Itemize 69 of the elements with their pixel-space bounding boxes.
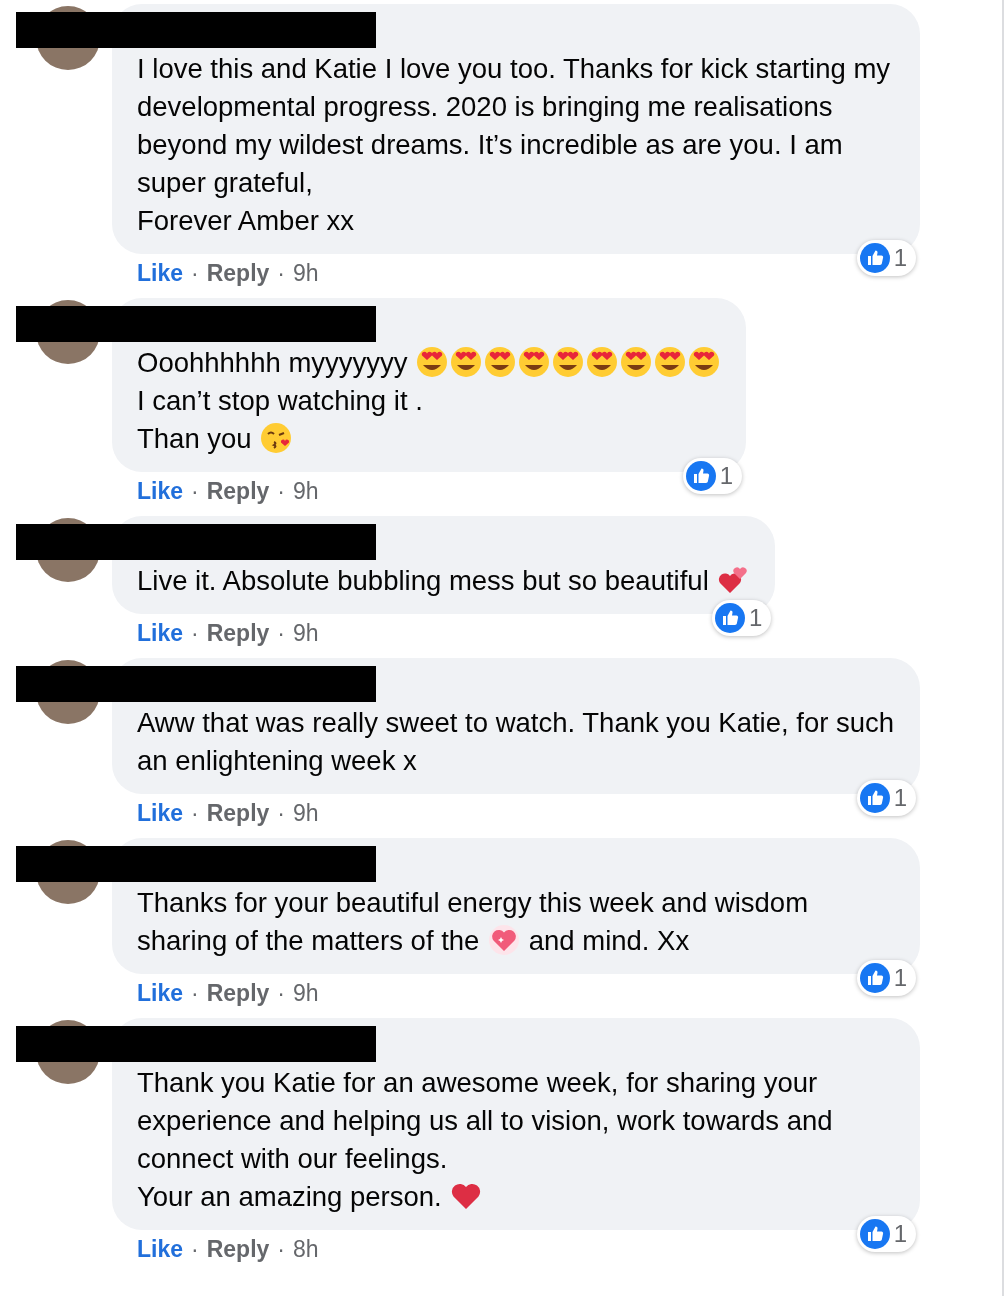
heart-eyes-emoji-icon — [484, 346, 517, 378]
like-link[interactable]: Like — [137, 798, 184, 828]
comment-text: Thank you Katie for an awesome week, for sharing your experience and helping us all to vision, work towards and connect with our feelings. — [137, 1066, 834, 1176]
heart-eyes-emoji-icon — [654, 346, 687, 378]
separator: · — [191, 1235, 199, 1264]
separator: · — [277, 477, 285, 506]
comment-text: Your an amazing person. — [137, 1178, 895, 1216]
comment-text: I love this and Katie I love you too. Thanks for kick starting my developmental progress. 2020 is bringing me realisations beyond my wildest dreams. It’s incredible as are you. I am super grateful, — [137, 52, 892, 200]
comment-time: 9h — [293, 259, 319, 288]
comment-time: 9h — [293, 979, 319, 1008]
kissing-face-icon — [260, 422, 293, 454]
separator: · — [191, 619, 199, 648]
heart-eyes-emoji-icon — [416, 346, 449, 378]
separator: · — [191, 259, 199, 288]
like-link[interactable]: Like — [137, 618, 184, 648]
reaction-badge[interactable]: 1 — [682, 458, 743, 494]
reply-link[interactable]: Reply — [206, 1234, 270, 1264]
heart-eyes-emoji-icon — [518, 346, 551, 378]
reaction-count: 1 — [893, 1220, 907, 1248]
like-thumb-icon — [859, 963, 890, 993]
reaction-badge[interactable]: 1 — [856, 1216, 916, 1252]
like-link[interactable]: Like — [137, 978, 184, 1008]
comment-text: Ooohhhhhh myyyyyyy — [137, 344, 722, 382]
heart-eyes-emoji-icon — [552, 346, 585, 378]
comment-time: 8h — [293, 1235, 319, 1264]
separator: · — [191, 799, 199, 828]
comment-time: 9h — [293, 619, 319, 648]
reaction-count: 1 — [893, 784, 907, 812]
separator: · — [277, 1235, 285, 1264]
reaction-count: 1 — [719, 462, 734, 490]
separator: · — [277, 619, 285, 648]
reaction-badge[interactable]: 1 — [856, 780, 916, 816]
like-link[interactable]: Like — [137, 1234, 184, 1264]
comment-text: Than you — [137, 420, 722, 458]
like-thumb-icon — [715, 603, 746, 633]
comment-text: Thanks for your beautiful energy this week and wisdom sharing of the matters of the and mind. Xx — [137, 886, 810, 958]
separator: · — [277, 259, 285, 288]
separator: · — [191, 477, 199, 506]
heart-eyes-emoji-icon — [450, 346, 483, 378]
two-hearts-icon — [717, 564, 750, 596]
reaction-count: 1 — [893, 964, 907, 992]
like-thumb-icon — [859, 783, 890, 813]
reply-link[interactable]: Reply — [206, 258, 270, 288]
reaction-badge[interactable]: 1 — [856, 240, 916, 276]
like-link[interactable]: Like — [137, 476, 184, 506]
reaction-count: 1 — [749, 604, 763, 632]
separator: · — [191, 979, 199, 1008]
heart-eyes-emoji-icon — [620, 346, 653, 378]
comment-time: 9h — [293, 799, 319, 828]
comment-text: Aww that was really sweet to watch. Thank you Katie, for such an enlightening week x — [137, 706, 895, 778]
comment-text: Live it. Absolute bubbling mess but so beautiful — [137, 562, 751, 600]
comment-time: 9h — [293, 477, 319, 506]
heart-eyes-emoji-icon — [586, 346, 619, 378]
reply-link[interactable]: Reply — [206, 618, 270, 648]
reaction-count: 1 — [893, 244, 907, 272]
like-thumb-icon — [859, 1219, 890, 1249]
reaction-badge[interactable]: 1 — [712, 600, 772, 636]
reply-link[interactable]: Reply — [206, 798, 270, 828]
comment-text: I can’t stop watching it . — [137, 384, 424, 418]
comment-text: Forever Amber xx — [137, 204, 355, 238]
reply-link[interactable]: Reply — [206, 476, 270, 506]
like-thumb-icon — [685, 461, 716, 491]
heart-eyes-emoji-icon — [688, 346, 721, 378]
like-thumb-icon — [859, 243, 890, 273]
separator: · — [277, 799, 285, 828]
like-link[interactable]: Like — [137, 258, 184, 288]
reply-link[interactable]: Reply — [206, 978, 270, 1008]
reaction-badge[interactable]: 1 — [856, 960, 916, 996]
separator: · — [277, 979, 285, 1008]
